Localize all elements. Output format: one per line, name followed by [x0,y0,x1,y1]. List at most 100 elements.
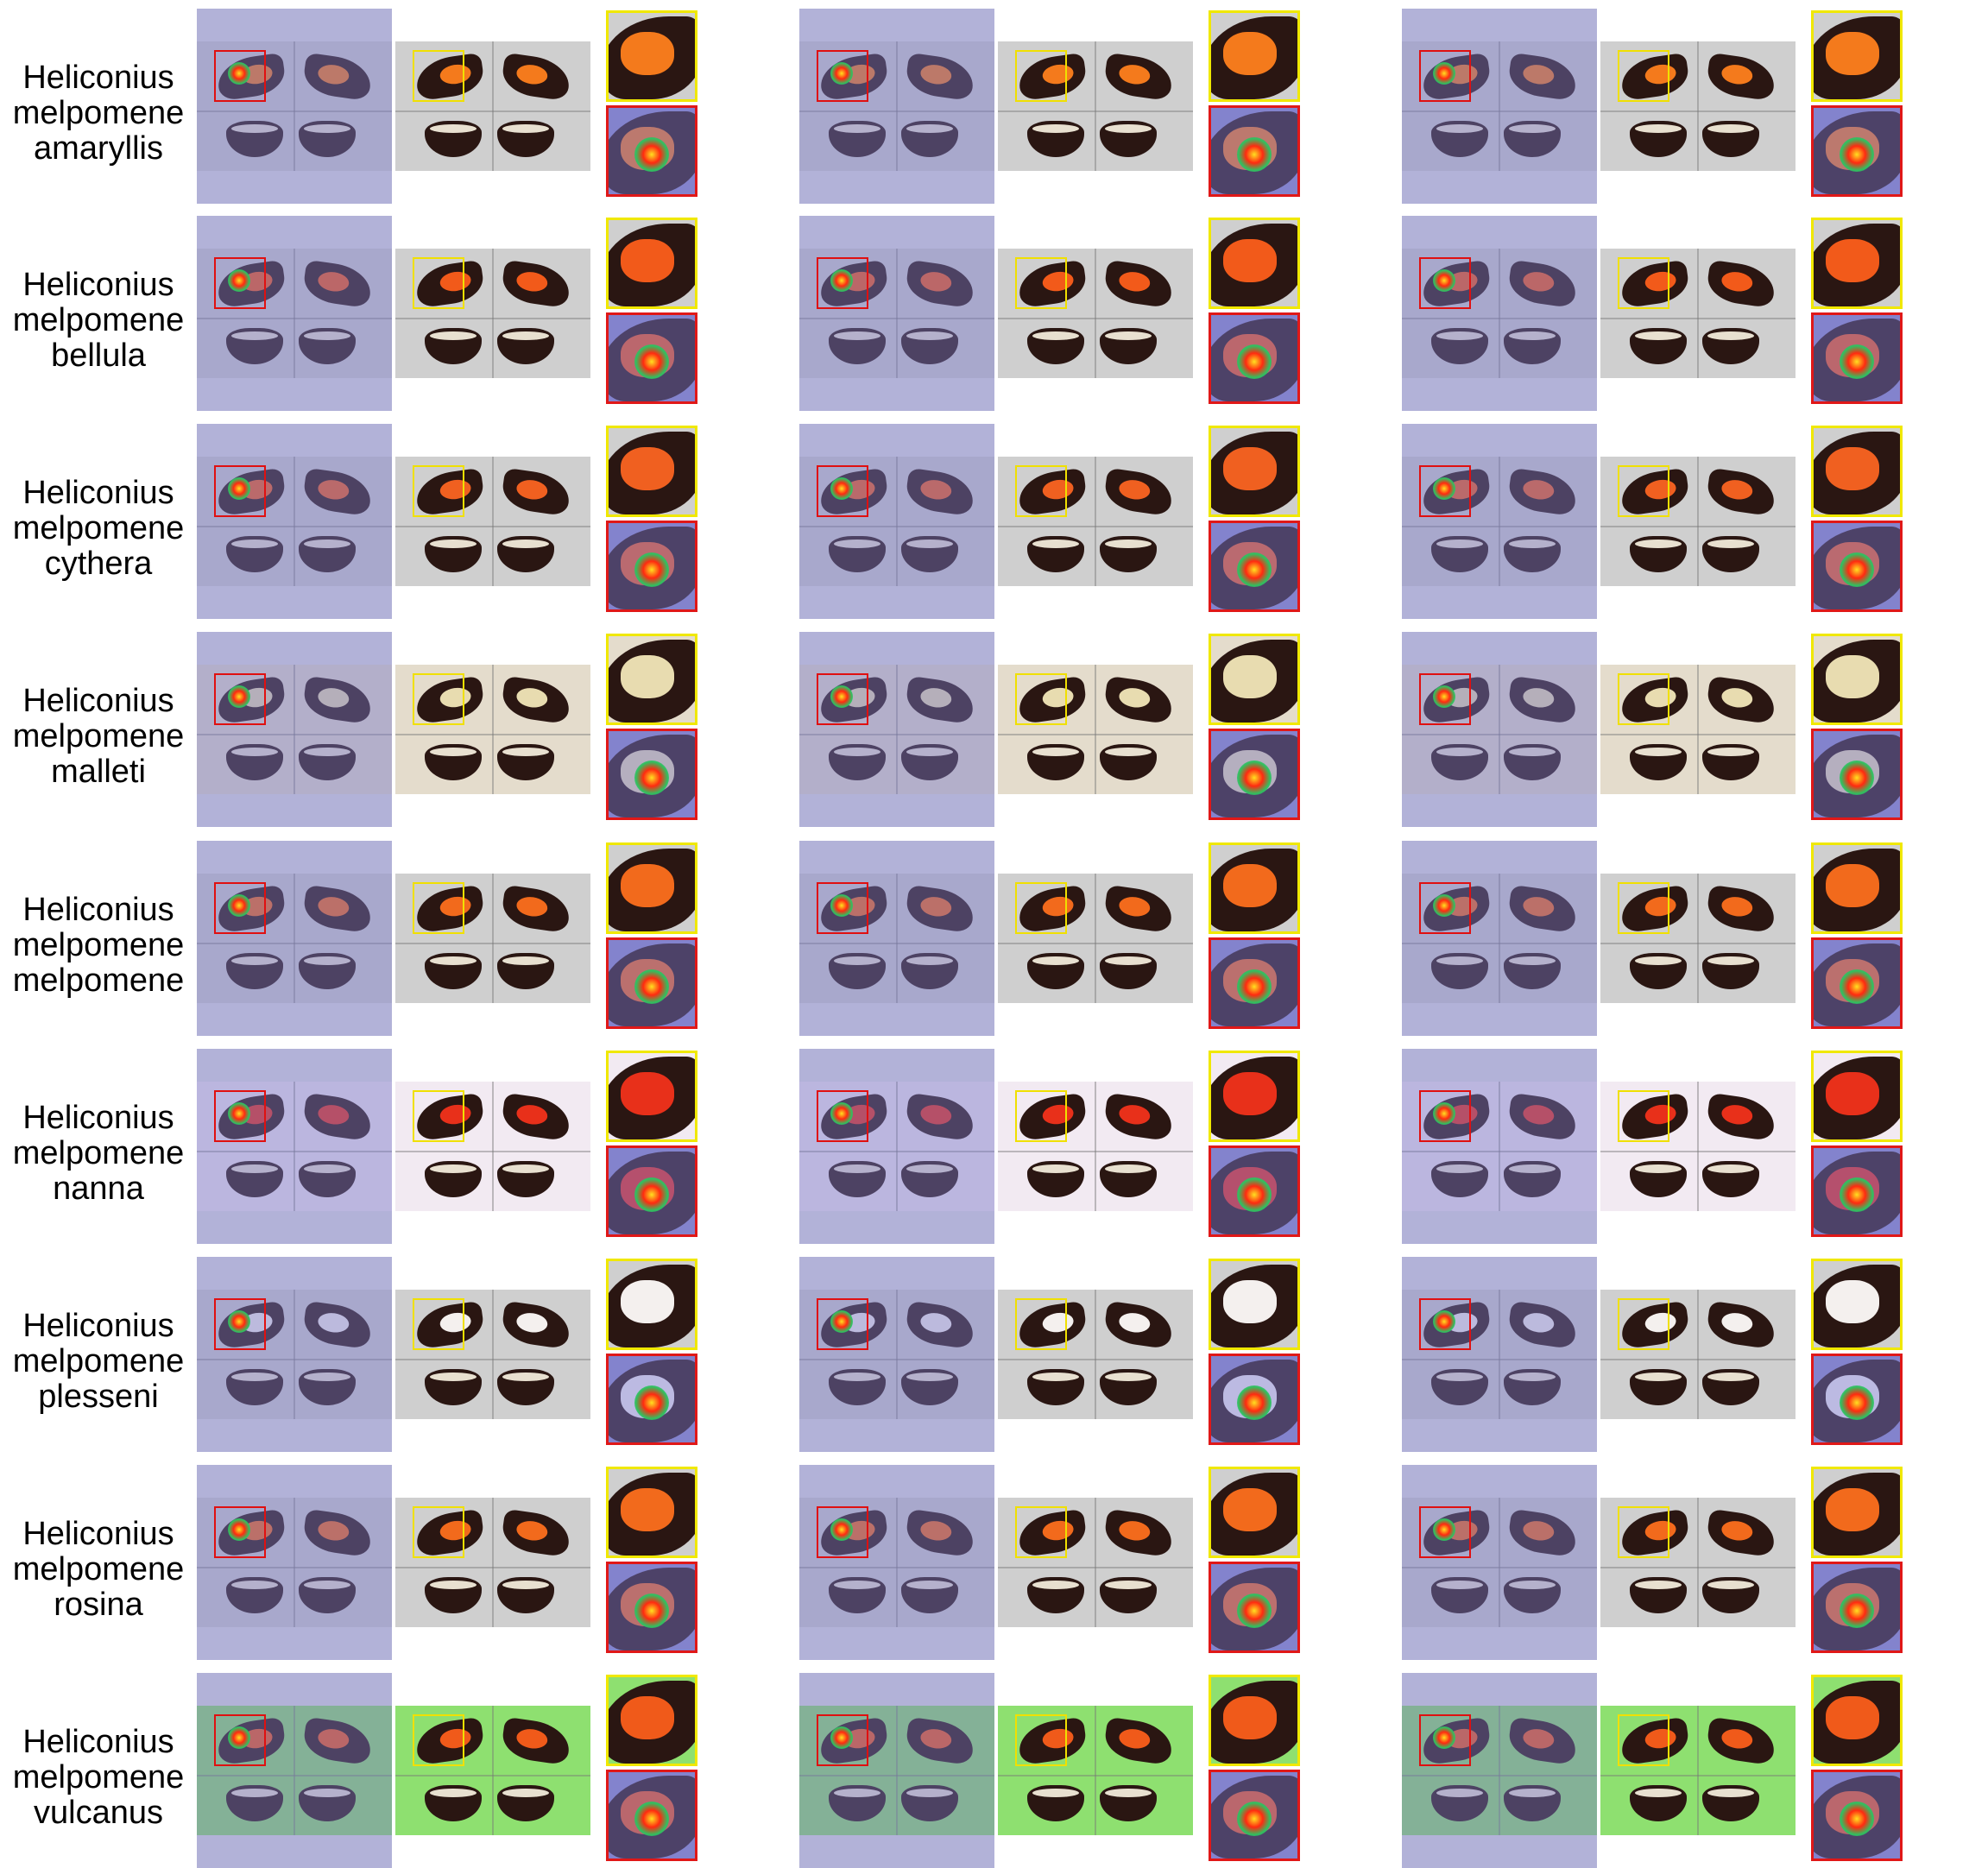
taxon-label-line: vulcanus [34,1795,163,1831]
wing-band [1707,124,1754,133]
forewing [500,467,572,517]
attention-heatmap-image [197,424,392,619]
zoomed-wing [1211,1265,1297,1347]
heatmap-hotspot [1840,760,1874,795]
attention-heatmap-image [799,1049,994,1244]
forewing [500,1716,572,1766]
original-specimen-image [395,665,590,794]
wing-band [1707,331,1754,340]
hindwing [497,744,554,780]
original-specimen-image [998,1290,1193,1419]
specimen-example [1402,9,1903,204]
zoomed-original-crop [1209,426,1300,517]
attention-heatmap-image [1402,1257,1597,1452]
zoomed-original-crop [606,634,697,725]
wing-band [514,1726,549,1751]
specimen-photo [1402,1706,1597,1835]
forewing [1102,1300,1175,1350]
wing-band [1707,540,1754,548]
hindwing [1027,1785,1084,1821]
forewing [1705,1508,1777,1558]
specimen-example [799,216,1300,411]
red-crop-box [214,882,266,934]
hindwing [425,121,482,157]
wing-band [1105,1581,1152,1589]
zoomed-wing-band [1826,1280,1879,1323]
zoomed-heatmap-crop [1209,312,1300,404]
original-specimen-image [395,41,590,171]
attention-heatmap-image [799,216,994,411]
specimen-row: Heliconius melpomene bellula [0,216,1988,411]
forewing [500,675,572,725]
attention-heatmap-image [197,1257,392,1452]
specimen-row: Heliconius melpomene plesseni [0,1257,1988,1452]
zoomed-original-crop [1811,842,1903,934]
hindwing [1630,1161,1687,1197]
hindwing [1027,328,1084,364]
taxon-label-line: Heliconius [22,1516,174,1552]
yellow-crop-box [1618,50,1669,102]
yellow-crop-box [413,1090,464,1142]
forewing [1102,675,1175,725]
zoomed-wing [1814,1057,1900,1139]
original-specimen-image [395,1498,590,1627]
zoomed-heatmap-crop [606,1770,697,1861]
taxon-label-line: melpomene [12,1759,185,1795]
wing-band [1720,477,1754,502]
attention-heatmap-image [197,841,392,1036]
background-grid-line [1095,1706,1096,1835]
wing-band [1720,1310,1754,1335]
hindwing [1702,953,1759,989]
wing-band [1720,1518,1754,1543]
taxon-label: Heliconius melpomene vulcanus [0,1725,197,1831]
specimen-example [1402,1257,1903,1452]
wing-band [514,1102,549,1126]
wing-band [1707,748,1754,756]
red-crop-box [214,1090,266,1142]
hindwing [497,1577,554,1613]
wing-band [430,748,476,756]
hindwing [497,121,554,157]
background-grid-line [1095,249,1096,378]
specimen-photo [197,1290,392,1419]
background-grid-line [1697,249,1699,378]
background-grid-line [1095,874,1096,1003]
wing-band [1105,331,1152,340]
taxon-label: Heliconius melpomene nanna [0,1101,197,1207]
wing-band [430,956,476,965]
forewing [1102,1092,1175,1142]
zoomed-wing [1211,849,1297,931]
taxon-label-line: melpomene [12,1343,185,1379]
taxon-label: Heliconius melpomene malleti [0,684,197,790]
hindwing [1100,744,1157,780]
zoomed-heatmap-crop [606,937,697,1029]
zoomed-wing-band [621,32,674,75]
yellow-crop-box [1618,465,1669,517]
wing-band [430,1373,476,1381]
wing-band [1720,894,1754,918]
wing-band [1635,1581,1682,1589]
zoomed-heatmap-crop [1811,105,1903,197]
heatmap-hotspot [1840,1802,1874,1836]
red-crop-box [1419,1298,1471,1350]
wing-band [502,956,549,965]
background-grid-line [492,665,494,794]
wing-band [502,1373,549,1381]
specimen-example [1402,841,1903,1036]
attention-heatmap-image [197,632,392,827]
zoomed-wing-band [1826,1072,1879,1115]
yellow-crop-box [1618,257,1669,309]
yellow-crop-box [1015,1090,1067,1142]
taxon-label-line: melpomene [12,718,185,754]
zoomed-original-crop [606,1051,697,1142]
red-crop-box [817,257,868,309]
zoomed-wing [609,432,695,514]
zoomed-wing [1814,432,1900,514]
specimen-photo [799,1498,994,1627]
forewing [500,1092,572,1142]
hindwing [1630,1785,1687,1821]
wing-band [430,1164,476,1173]
zoomed-original-crop [1209,1675,1300,1766]
hindwing [1702,1785,1759,1821]
yellow-crop-box [1618,1298,1669,1350]
